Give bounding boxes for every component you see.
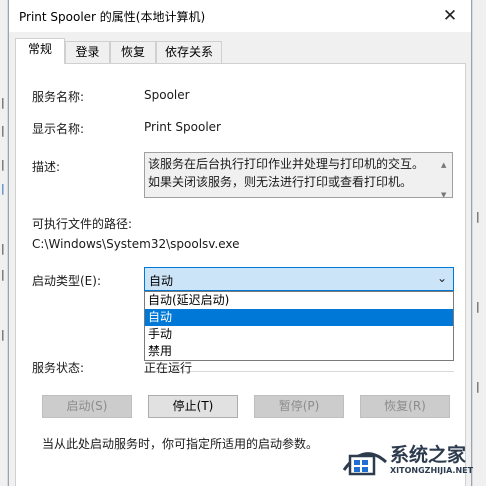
service-name-value: Spooler bbox=[144, 88, 190, 102]
watermark-logo-icon bbox=[342, 452, 388, 476]
background-fragment: | bbox=[1, 268, 5, 281]
watermark-name: 系统之家 bbox=[390, 444, 467, 466]
startup-type-select[interactable]: 自动 ⌄ bbox=[144, 267, 454, 291]
background-fragment: | bbox=[1, 182, 5, 195]
exe-path-value: C:\Windows\System32\spoolsv.exe bbox=[32, 237, 240, 251]
properties-dialog: Print Spooler 的属性(本地计算机) ✕ 常规 登录 恢复 依存关系… bbox=[8, 0, 472, 486]
display-name-label: 显示名称: bbox=[32, 122, 85, 136]
service-status-value: 正在运行 bbox=[144, 361, 193, 375]
background-fragment: | bbox=[476, 300, 480, 313]
description-label: 描述: bbox=[32, 160, 61, 174]
start-button[interactable]: 启动(S) bbox=[42, 395, 132, 418]
background-fragment: | bbox=[1, 242, 5, 255]
stop-button[interactable]: 停止(T) bbox=[148, 395, 238, 418]
service-name-label: 服务名称: bbox=[32, 90, 85, 104]
tab-recovery[interactable]: 恢复 bbox=[110, 41, 156, 63]
startup-option-delayed[interactable]: 自动(延迟启动) bbox=[145, 292, 453, 309]
startup-type-label: 启动类型(E): bbox=[32, 274, 101, 288]
watermark: 系统之家 XITONGZHIJIA.NET bbox=[340, 436, 486, 486]
background-fragment: | bbox=[1, 328, 5, 341]
background-fragment: | bbox=[476, 210, 480, 223]
title-bar: Print Spooler 的属性(本地计算机) ✕ bbox=[9, 0, 471, 32]
service-status-label: 服务状态: bbox=[32, 361, 85, 375]
tab-label: 登录 bbox=[75, 45, 100, 59]
background-window-right: | | | bbox=[472, 0, 486, 486]
background-fragment: | bbox=[1, 158, 5, 171]
start-parameters-hint: 当从此处启动服务时，你可指定所适用的启动参数。 bbox=[42, 437, 319, 451]
chevron-down-icon[interactable]: ⌄ bbox=[437, 271, 447, 285]
close-icon: ✕ bbox=[442, 6, 458, 26]
startup-option-manual[interactable]: 手动 bbox=[145, 326, 453, 343]
tab-dependencies[interactable]: 依存关系 bbox=[156, 41, 222, 63]
tab-label: 依存关系 bbox=[164, 45, 213, 59]
general-tab-panel: 服务名称: Spooler 显示名称: Print Spooler 描述: 该服… bbox=[15, 63, 466, 486]
description-box[interactable]: 该服务在后台执行打印作业并处理与打印机的交互。如果关闭该服务，则无法进行打印或查… bbox=[144, 152, 453, 198]
background-fragment: | bbox=[1, 124, 5, 137]
scroll-up-icon[interactable]: ▲ bbox=[441, 156, 446, 174]
background-fragment: | bbox=[1, 96, 5, 109]
scroll-down-icon[interactable]: ▼ bbox=[441, 186, 446, 197]
startup-option-disabled[interactable]: 禁用 bbox=[145, 343, 453, 360]
window-title: Print Spooler 的属性(本地计算机) bbox=[19, 10, 206, 24]
display-name-value: Print Spooler bbox=[144, 120, 221, 134]
tab-general[interactable]: 常规 bbox=[15, 38, 65, 64]
exe-path-label: 可执行文件的路径: bbox=[32, 217, 133, 231]
tab-label: 常规 bbox=[27, 42, 52, 56]
description-text: 该服务在后台执行打印作业并处理与打印机的交互。如果关闭该服务，则无法进行打印或查… bbox=[148, 157, 425, 189]
pause-button[interactable]: 暂停(P) bbox=[254, 395, 344, 418]
startup-type-selected-value: 自动 bbox=[149, 274, 174, 288]
description-scrollbar[interactable]: ▲ ▼ bbox=[436, 153, 452, 197]
background-fragment: | bbox=[476, 380, 480, 393]
close-button[interactable]: ✕ bbox=[429, 0, 471, 32]
startup-option-automatic[interactable]: 自动 bbox=[145, 309, 453, 326]
background-window-left: | | | | | | | bbox=[0, 0, 8, 486]
watermark-url: XITONGZHIJIA.NET bbox=[390, 466, 474, 475]
tab-logon[interactable]: 登录 bbox=[65, 41, 110, 63]
resume-button[interactable]: 恢复(R) bbox=[360, 395, 450, 418]
tab-label: 恢复 bbox=[120, 45, 145, 59]
startup-type-options: 自动(延迟启动) 自动 手动 禁用 bbox=[144, 291, 454, 361]
